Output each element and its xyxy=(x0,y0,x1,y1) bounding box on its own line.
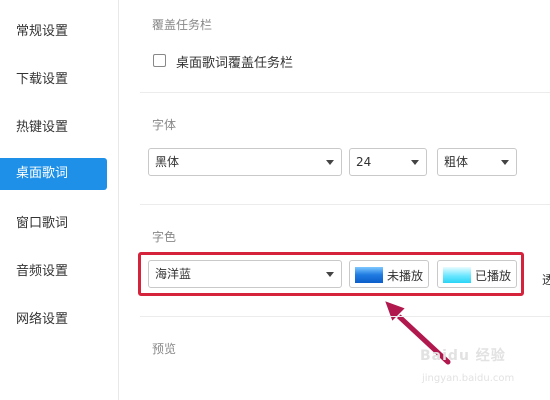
taskbar-overlay-checkbox[interactable] xyxy=(153,54,166,67)
font-family-select[interactable]: 黑体 xyxy=(148,148,342,176)
chevron-down-icon xyxy=(411,160,419,165)
sidebar-item-window-lyrics[interactable]: 窗口歌词 xyxy=(0,208,107,240)
sidebar-item-audio[interactable]: 音频设置 xyxy=(0,256,107,288)
chevron-down-icon xyxy=(501,160,509,165)
section-divider xyxy=(140,204,550,205)
font-size-select[interactable]: 24 xyxy=(349,148,427,176)
font-weight-select[interactable]: 粗体 xyxy=(437,148,517,176)
preview-section-title: 预览 xyxy=(152,342,177,356)
sidebar-item-hotkeys[interactable]: 热键设置 xyxy=(0,112,107,144)
taskbar-overlay-label[interactable]: 桌面歌词覆盖任务栏 xyxy=(176,52,293,71)
section-divider xyxy=(140,92,550,93)
taskbar-section-title: 覆盖任务栏 xyxy=(152,18,213,32)
section-divider xyxy=(140,316,550,317)
transparency-label: 透 xyxy=(542,273,550,287)
settings-sidebar: 常规设置 下载设置 热键设置 桌面歌词 窗口歌词 音频设置 网络设置 xyxy=(0,0,118,400)
annotation-highlight-box xyxy=(138,252,524,296)
color-section-title: 字色 xyxy=(152,230,177,244)
sidebar-item-download[interactable]: 下载设置 xyxy=(0,64,107,96)
watermark-logo: Baidu 经验 xyxy=(420,348,506,364)
font-section-title: 字体 xyxy=(152,118,177,132)
watermark-url: jingyan.baidu.com xyxy=(422,373,515,384)
sidebar-item-network[interactable]: 网络设置 xyxy=(0,304,107,336)
font-weight-value: 粗体 xyxy=(444,155,469,169)
sidebar-item-desktop-lyrics[interactable]: 桌面歌词 xyxy=(0,158,107,190)
sidebar-item-general[interactable]: 常规设置 xyxy=(0,16,107,48)
font-family-value: 黑体 xyxy=(155,155,180,169)
chevron-down-icon xyxy=(326,160,334,165)
font-size-value: 24 xyxy=(356,155,372,169)
sidebar-divider xyxy=(118,0,119,400)
